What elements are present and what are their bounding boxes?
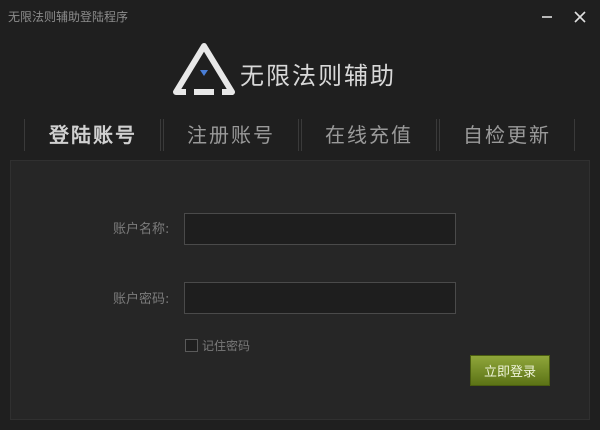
window-title: 无限法则辅助登陆程序 [8, 10, 129, 24]
tab-register[interactable]: 注册账号 [164, 115, 298, 155]
tab-login[interactable]: 登陆账号 [26, 115, 160, 155]
remember-password-label: 记住密码 [202, 339, 251, 353]
password-input[interactable] [184, 282, 456, 314]
password-label: 账户密码: [113, 292, 170, 307]
triangle-logo-icon [173, 43, 235, 95]
username-label: 账户名称: [113, 222, 170, 237]
brand-name: 无限法则辅助 [240, 62, 396, 90]
tab-recharge[interactable]: 在线充值 [302, 115, 436, 155]
remember-password-checkbox[interactable] [185, 339, 198, 352]
username-input[interactable] [184, 213, 456, 245]
login-button[interactable]: 立即登录 [470, 355, 550, 386]
minimize-icon [542, 16, 552, 18]
login-panel: 账户名称: 账户密码: 记住密码 立即登录 [10, 160, 590, 420]
brand-header: 无限法则辅助 [170, 40, 430, 100]
remember-password-option[interactable]: 记住密码 [185, 337, 250, 354]
title-bar: 无限法则辅助登陆程序 [0, 0, 600, 34]
tab-divider [574, 119, 576, 151]
tab-bar: 登陆账号 注册账号 在线充值 自检更新 [24, 115, 576, 155]
minimize-button[interactable] [536, 6, 558, 28]
tab-self-check-update[interactable]: 自检更新 [440, 115, 574, 155]
close-icon [574, 11, 586, 23]
close-button[interactable] [569, 6, 591, 28]
